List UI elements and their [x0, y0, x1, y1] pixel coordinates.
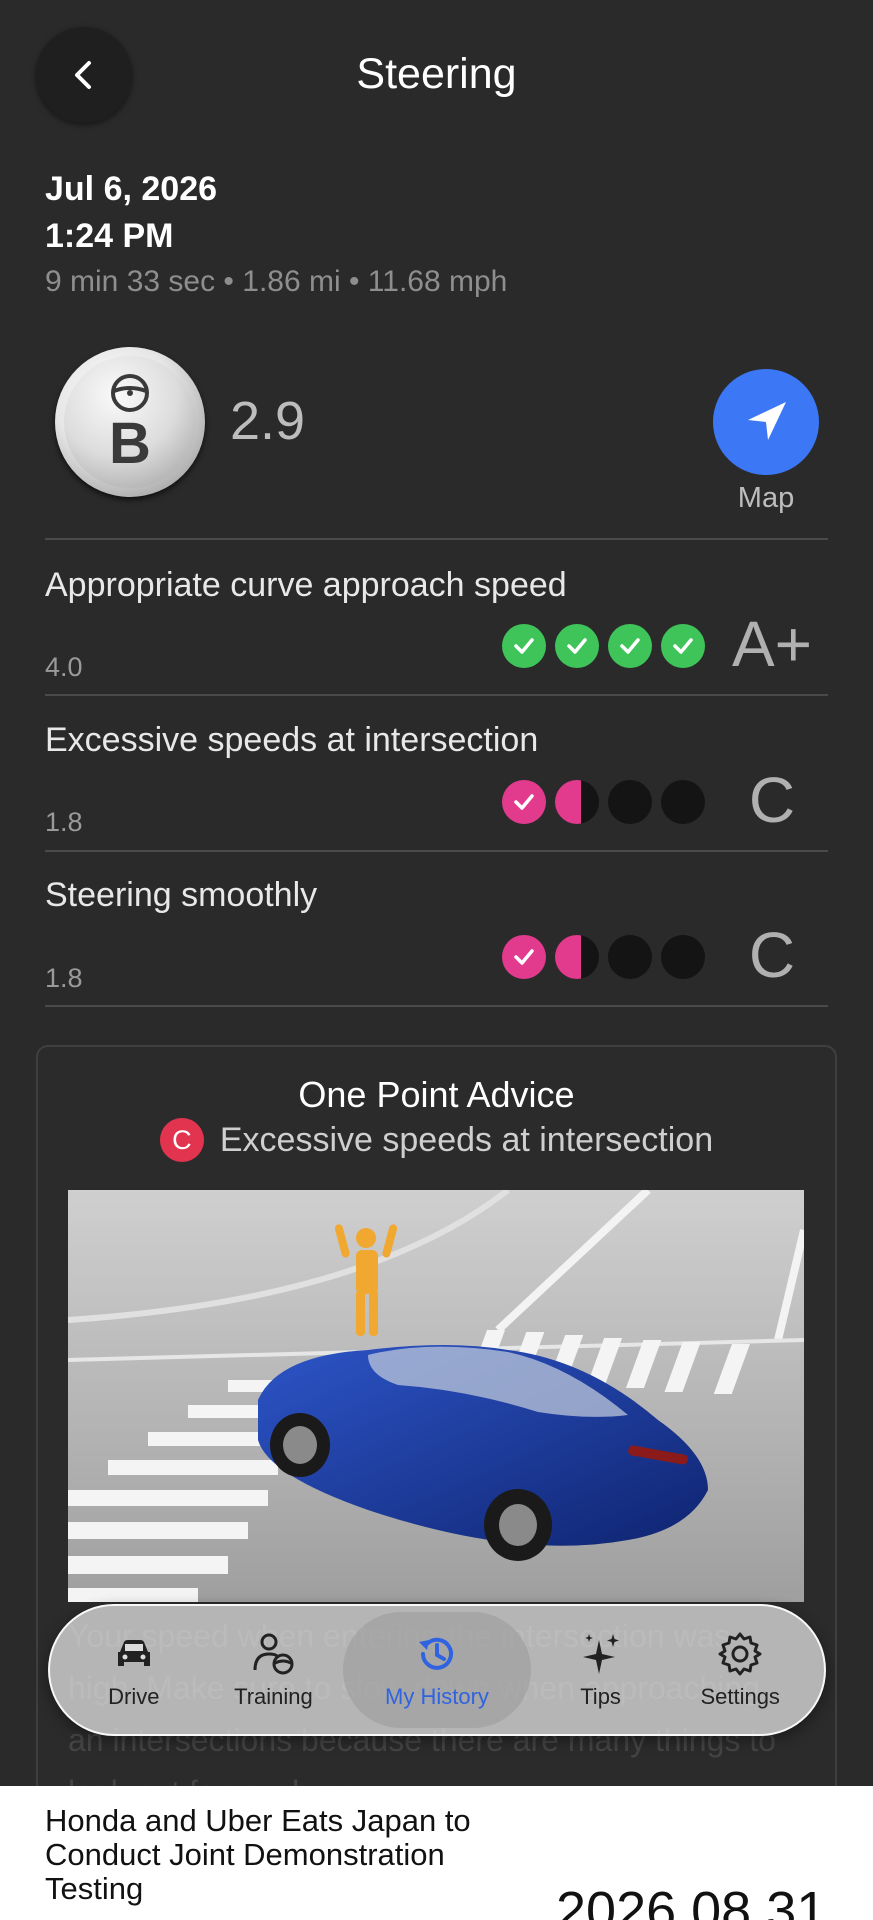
metric-title: Excessive speeds at intersection: [45, 721, 539, 759]
metric-grade: C: [748, 764, 796, 836]
trip-time: 1:24 PM: [45, 217, 174, 255]
car-icon: [117, 1640, 150, 1666]
steering-wheel-icon: [111, 374, 149, 412]
check-icon: [608, 624, 652, 668]
intersection-illustration: [68, 1190, 804, 1602]
score-badge-letter: B: [109, 411, 151, 476]
bottom-nav: Drive Training My History Tips Settings: [48, 1604, 826, 1736]
metric-title: Steering smoothly: [45, 876, 318, 914]
sparkles-icon: [582, 1634, 619, 1674]
nav-label: Drive: [108, 1684, 160, 1709]
trip-meta: 9 min 33 sec • 1.86 mi • 11.68 mph: [45, 265, 508, 298]
metric-grade: C: [748, 919, 796, 991]
gear-icon: [718, 1632, 762, 1676]
check-icon: [502, 624, 546, 668]
empty-rating-dot: [661, 935, 705, 979]
score-value: 2.9: [230, 391, 306, 451]
divider: [45, 694, 828, 696]
driver-training-icon: [253, 1633, 294, 1675]
nav-item-settings[interactable]: Settings: [670, 1612, 810, 1728]
metric-rating-dots: [502, 624, 705, 668]
empty-rating-dot: [608, 935, 652, 979]
nav-item-drive[interactable]: Drive: [64, 1612, 204, 1728]
score-badge: B: [55, 347, 205, 497]
nav-label: Training: [234, 1684, 313, 1709]
map-button[interactable]: [713, 369, 819, 475]
divider: [45, 1005, 828, 1007]
metric-rating-dots: [502, 780, 705, 824]
footer-headline: Honda and Uber Eats Japan to Conduct Joi…: [45, 1803, 471, 1906]
nav-label: My History: [385, 1684, 489, 1709]
metric-value: 4.0: [45, 652, 83, 682]
empty-rating-dot: [661, 780, 705, 824]
advice-subtitle-row: C Excessive speeds at intersection: [0, 1118, 873, 1162]
nav-item-tips[interactable]: Tips: [531, 1612, 671, 1728]
divider: [45, 850, 828, 852]
metric-grade: A+: [731, 608, 813, 680]
page-title: Steering: [356, 50, 517, 98]
advice-title: One Point Advice: [298, 1074, 575, 1115]
check-icon: [661, 624, 705, 668]
half-rating-dot: [555, 780, 599, 824]
empty-rating-dot: [608, 780, 652, 824]
nav-item-my-history[interactable]: My History: [343, 1612, 531, 1728]
nav-label: Settings: [700, 1684, 780, 1709]
trip-date: Jul 6, 2026: [45, 170, 218, 208]
check-icon: [555, 624, 599, 668]
metric-value: 1.8: [45, 963, 83, 993]
metric-title: Appropriate curve approach speed: [45, 566, 567, 604]
divider: [45, 538, 828, 540]
footer-date: 2026.08.31: [556, 1881, 827, 1920]
grade-badge: C: [159, 1118, 204, 1162]
nav-label: Tips: [580, 1684, 621, 1709]
check-icon: [502, 935, 546, 979]
nav-item-training[interactable]: Training: [204, 1612, 344, 1728]
half-rating-dot: [555, 935, 599, 979]
metric-rating-dots: [502, 935, 705, 979]
metric-value: 1.8: [45, 807, 83, 837]
history-clock-icon: [419, 1637, 453, 1670]
map-label[interactable]: Map: [713, 482, 819, 515]
navigation-arrow-icon: [748, 402, 786, 440]
advice-subtitle: Excessive speeds at intersection: [219, 1120, 714, 1159]
check-icon: [502, 780, 546, 824]
